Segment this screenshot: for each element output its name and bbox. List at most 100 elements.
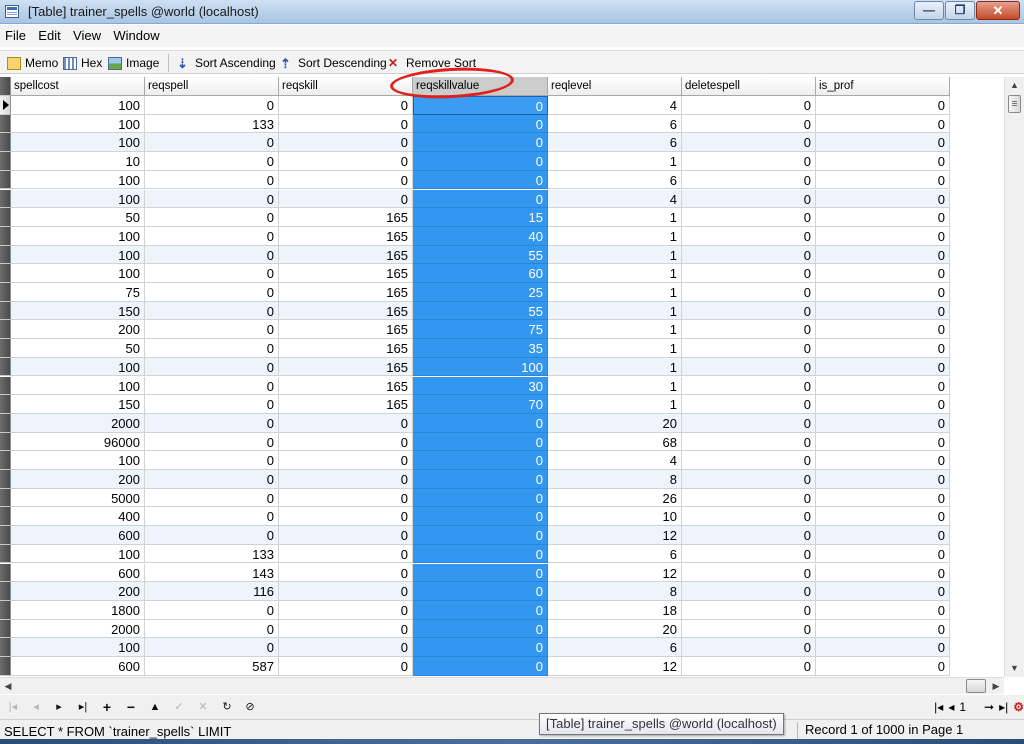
cell-is_prof[interactable]: 0 bbox=[816, 226, 950, 246]
cell-is_prof[interactable]: 0 bbox=[816, 96, 950, 115]
cell-spellcost[interactable]: 10 bbox=[11, 152, 145, 171]
cell-deletespell[interactable]: 0 bbox=[682, 563, 816, 583]
column-header-is_prof[interactable]: is_prof bbox=[816, 77, 950, 96]
cell-spellcost[interactable]: 150 bbox=[11, 301, 145, 321]
cell-reqspell[interactable]: 143 bbox=[145, 563, 279, 583]
cell-deletespell[interactable]: 0 bbox=[682, 320, 816, 340]
cell-reqspell[interactable]: 0 bbox=[145, 470, 279, 489]
cell-reqlevel[interactable]: 1 bbox=[548, 339, 682, 358]
cell-is_prof[interactable]: 0 bbox=[816, 376, 950, 396]
cell-reqskill[interactable]: 0 bbox=[279, 657, 413, 676]
cell-spellcost[interactable]: 100 bbox=[11, 96, 145, 115]
cell-reqspell[interactable]: 116 bbox=[145, 582, 279, 601]
cell-spellcost[interactable]: 100 bbox=[11, 264, 145, 283]
cell-reqspell[interactable]: 0 bbox=[145, 245, 279, 265]
cell-reqskill[interactable]: 0 bbox=[279, 582, 413, 601]
cell-reqskillvalue[interactable]: 60 bbox=[413, 264, 548, 283]
cell-reqskillvalue[interactable]: 0 bbox=[413, 488, 548, 508]
cell-deletespell[interactable]: 0 bbox=[682, 638, 816, 657]
cell-deletespell[interactable]: 0 bbox=[682, 544, 816, 564]
cell-reqskill[interactable]: 165 bbox=[279, 376, 413, 396]
cell-deletespell[interactable]: 0 bbox=[682, 245, 816, 265]
column-header-reqspell[interactable]: reqspell bbox=[145, 77, 279, 96]
cell-deletespell[interactable]: 0 bbox=[682, 114, 816, 134]
row-selector[interactable] bbox=[0, 133, 11, 153]
prior-page-icon[interactable]: ◂ bbox=[948, 700, 954, 714]
cell-reqskillvalue[interactable]: 0 bbox=[413, 657, 548, 676]
cell-reqspell[interactable]: 0 bbox=[145, 376, 279, 396]
menu-edit[interactable]: Edit bbox=[33, 25, 64, 43]
row-selector[interactable] bbox=[0, 96, 11, 115]
row-selector[interactable] bbox=[0, 189, 11, 209]
cell-spellcost[interactable]: 400 bbox=[11, 507, 145, 527]
cell-reqskill[interactable]: 0 bbox=[279, 152, 413, 171]
cell-reqskill[interactable]: 165 bbox=[279, 357, 413, 377]
cell-reqskillvalue[interactable]: 0 bbox=[413, 638, 548, 657]
cell-deletespell[interactable]: 0 bbox=[682, 301, 816, 321]
next-page-icon[interactable]: ➞ bbox=[984, 700, 994, 714]
row-selector[interactable] bbox=[0, 432, 11, 452]
column-header-reqlevel[interactable]: reqlevel bbox=[548, 77, 682, 96]
cell-reqlevel[interactable]: 1 bbox=[548, 395, 682, 414]
cell-spellcost[interactable]: 5000 bbox=[11, 488, 145, 508]
cell-is_prof[interactable]: 0 bbox=[816, 470, 950, 489]
image-button[interactable]: Image bbox=[108, 55, 159, 71]
cell-reqlevel[interactable]: 1 bbox=[548, 226, 682, 246]
cell-reqskillvalue[interactable]: 55 bbox=[413, 245, 548, 265]
row-selector[interactable] bbox=[0, 226, 11, 246]
cancel-edit-icon[interactable]: ✕ bbox=[194, 699, 212, 715]
cell-reqlevel[interactable]: 10 bbox=[548, 507, 682, 527]
cell-is_prof[interactable]: 0 bbox=[816, 526, 950, 545]
cell-reqskill[interactable]: 0 bbox=[279, 413, 413, 433]
cell-reqspell[interactable]: 0 bbox=[145, 413, 279, 433]
cell-is_prof[interactable]: 0 bbox=[816, 133, 950, 153]
cell-reqspell[interactable]: 0 bbox=[145, 339, 279, 358]
remove-sort-button[interactable]: ✕ Remove Sort bbox=[388, 55, 476, 71]
cell-reqlevel[interactable]: 6 bbox=[548, 638, 682, 657]
cell-deletespell[interactable]: 0 bbox=[682, 283, 816, 302]
cell-spellcost[interactable]: 100 bbox=[11, 114, 145, 134]
cell-deletespell[interactable]: 0 bbox=[682, 657, 816, 676]
cell-deletespell[interactable]: 0 bbox=[682, 619, 816, 639]
cell-deletespell[interactable]: 0 bbox=[682, 170, 816, 190]
cell-is_prof[interactable]: 0 bbox=[816, 395, 950, 414]
cell-reqspell[interactable]: 0 bbox=[145, 96, 279, 115]
refresh-icon[interactable]: ↻ bbox=[218, 699, 236, 715]
cell-spellcost[interactable]: 50 bbox=[11, 339, 145, 358]
cell-spellcost[interactable]: 100 bbox=[11, 638, 145, 657]
cell-reqskill[interactable]: 0 bbox=[279, 638, 413, 657]
cell-reqspell[interactable]: 133 bbox=[145, 544, 279, 564]
cell-reqlevel[interactable]: 4 bbox=[548, 451, 682, 470]
cell-reqlevel[interactable]: 6 bbox=[548, 170, 682, 190]
cell-reqskillvalue[interactable]: 70 bbox=[413, 395, 548, 414]
cell-reqlevel[interactable]: 1 bbox=[548, 376, 682, 396]
cell-reqspell[interactable]: 0 bbox=[145, 133, 279, 153]
cell-spellcost[interactable]: 100 bbox=[11, 544, 145, 564]
page-settings-icon[interactable]: ⚙ bbox=[1013, 700, 1024, 714]
vertical-scroll-thumb[interactable] bbox=[1008, 95, 1021, 113]
cell-deletespell[interactable]: 0 bbox=[682, 133, 816, 153]
row-selector[interactable] bbox=[0, 320, 11, 340]
cell-is_prof[interactable]: 0 bbox=[816, 189, 950, 209]
cell-reqskillvalue[interactable]: 0 bbox=[413, 114, 548, 134]
cell-spellcost[interactable]: 100 bbox=[11, 226, 145, 246]
cell-deletespell[interactable]: 0 bbox=[682, 413, 816, 433]
cell-reqskill[interactable]: 0 bbox=[279, 526, 413, 545]
cell-reqskillvalue[interactable]: 40 bbox=[413, 226, 548, 246]
cell-reqskill[interactable]: 0 bbox=[279, 189, 413, 209]
row-selector[interactable] bbox=[0, 339, 11, 358]
cell-deletespell[interactable]: 0 bbox=[682, 451, 816, 470]
cell-reqspell[interactable]: 0 bbox=[145, 226, 279, 246]
cell-reqskillvalue[interactable]: 35 bbox=[413, 339, 548, 358]
cell-deletespell[interactable]: 0 bbox=[682, 226, 816, 246]
cell-reqskillvalue[interactable]: 55 bbox=[413, 301, 548, 321]
cell-reqlevel[interactable]: 20 bbox=[548, 619, 682, 639]
cell-reqskillvalue[interactable]: 0 bbox=[413, 189, 548, 209]
row-selector[interactable] bbox=[0, 264, 11, 283]
cell-reqskillvalue[interactable]: 0 bbox=[413, 413, 548, 433]
cell-reqspell[interactable]: 0 bbox=[145, 208, 279, 227]
cell-reqskill[interactable]: 165 bbox=[279, 301, 413, 321]
cell-reqskillvalue[interactable]: 0 bbox=[413, 432, 548, 452]
row-selector[interactable] bbox=[0, 488, 11, 508]
minimize-button[interactable]: — bbox=[914, 1, 944, 20]
